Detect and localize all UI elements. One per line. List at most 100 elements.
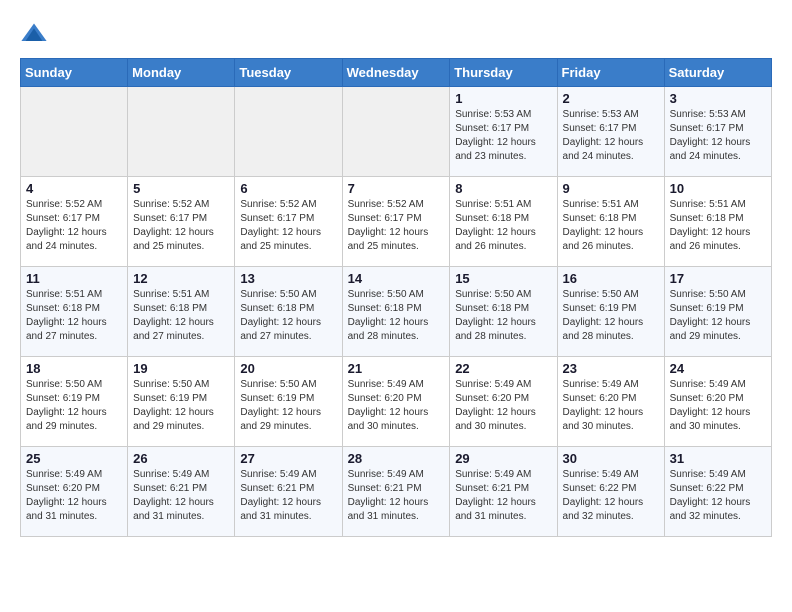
day-number: 18 [26,361,122,376]
calendar-cell: 22 Sunrise: 5:49 AM Sunset: 6:20 PM Dayli… [450,357,557,447]
day-info: Sunrise: 5:49 AM Sunset: 6:20 PM Dayligh… [455,378,551,434]
calendar-cell: 18 Sunrise: 5:50 AM Sunset: 6:19 PM Dayli… [21,357,128,447]
calendar-cell: 27 Sunrise: 5:49 AM Sunset: 6:21 PM Dayli… [235,447,342,537]
calendar-cell: 2Sunrise: 5:53 AM Sunset: 6:17 PM Daylig… [557,87,664,177]
day-info: Sunrise: 5:49 AM Sunset: 6:20 PM Dayligh… [563,378,659,434]
calendar-cell: 25 Sunrise: 5:49 AM Sunset: 6:20 PM Dayli… [21,447,128,537]
weekday-header: Thursday [450,59,557,87]
day-number: 3 [670,91,766,106]
day-info: Sunrise: 5:53 AM Sunset: 6:17 PM Dayligh… [455,108,551,164]
day-info: Sunrise: 5:52 AM Sunset: 6:17 PM Dayligh… [133,198,229,254]
logo-icon [20,20,48,48]
calendar-cell: 15 Sunrise: 5:50 AM Sunset: 6:18 PM Dayli… [450,267,557,357]
day-info: Sunrise: 5:51 AM Sunset: 6:18 PM Dayligh… [26,288,122,344]
calendar-week-row: 25 Sunrise: 5:49 AM Sunset: 6:20 PM Dayli… [21,447,772,537]
calendar-cell: 19Sunrise: 5:50 AM Sunset: 6:19 PM Dayli… [128,357,235,447]
day-info: Sunrise: 5:50 AM Sunset: 6:18 PM Dayligh… [455,288,551,344]
calendar-cell [128,87,235,177]
weekday-header: Monday [128,59,235,87]
calendar-cell: 6 Sunrise: 5:52 AM Sunset: 6:17 PM Daylig… [235,177,342,267]
day-number: 16 [563,271,659,286]
day-number: 11 [26,271,122,286]
day-info: Sunrise: 5:52 AM Sunset: 6:17 PM Dayligh… [240,198,336,254]
day-number: 14 [348,271,445,286]
calendar-cell [342,87,450,177]
calendar-cell: 10 Sunrise: 5:51 AM Sunset: 6:18 PM Dayli… [664,177,771,267]
calendar-cell: 3 Sunrise: 5:53 AM Sunset: 6:17 PM Daylig… [664,87,771,177]
day-info: Sunrise: 5:49 AM Sunset: 6:21 PM Dayligh… [348,468,445,524]
day-number: 12 [133,271,229,286]
logo [20,20,52,48]
calendar-cell: 16 Sunrise: 5:50 AM Sunset: 6:19 PM Dayli… [557,267,664,357]
day-info: Sunrise: 5:52 AM Sunset: 6:17 PM Dayligh… [26,198,122,254]
day-info: Sunrise: 5:51 AM Sunset: 6:18 PM Dayligh… [455,198,551,254]
weekday-header: Tuesday [235,59,342,87]
day-number: 21 [348,361,445,376]
day-number: 20 [240,361,336,376]
calendar-week-row: 1 Sunrise: 5:53 AM Sunset: 6:17 PM Daylig… [21,87,772,177]
day-info: Sunrise: 5:50 AM Sunset: 6:19 PM Dayligh… [670,288,766,344]
day-info: Sunrise: 5:50 AM Sunset: 6:19 PM Dayligh… [26,378,122,434]
day-info: Sunrise: 5:50 AM Sunset: 6:19 PM Dayligh… [563,288,659,344]
calendar-cell: 29Sunrise: 5:49 AM Sunset: 6:21 PM Dayli… [450,447,557,537]
day-number: 26 [133,451,229,466]
day-info: Sunrise: 5:53 AM Sunset: 6:17 PM Dayligh… [670,108,766,164]
weekday-header: Saturday [664,59,771,87]
day-number: 13 [240,271,336,286]
day-number: 31 [670,451,766,466]
day-info: Sunrise: 5:50 AM Sunset: 6:19 PM Dayligh… [133,378,229,434]
day-info: Sunrise: 5:51 AM Sunset: 6:18 PM Dayligh… [133,288,229,344]
day-number: 1 [455,91,551,106]
day-info: Sunrise: 5:49 AM Sunset: 6:21 PM Dayligh… [240,468,336,524]
day-info: Sunrise: 5:49 AM Sunset: 6:22 PM Dayligh… [563,468,659,524]
calendar-cell: 7 Sunrise: 5:52 AM Sunset: 6:17 PM Daylig… [342,177,450,267]
day-number: 24 [670,361,766,376]
calendar-cell: 1 Sunrise: 5:53 AM Sunset: 6:17 PM Daylig… [450,87,557,177]
weekday-header: Wednesday [342,59,450,87]
day-info: Sunrise: 5:51 AM Sunset: 6:18 PM Dayligh… [563,198,659,254]
calendar-cell [235,87,342,177]
calendar-cell: 13 Sunrise: 5:50 AM Sunset: 6:18 PM Dayli… [235,267,342,357]
day-info: Sunrise: 5:52 AM Sunset: 6:17 PM Dayligh… [348,198,445,254]
calendar-cell: 12 Sunrise: 5:51 AM Sunset: 6:18 PM Dayli… [128,267,235,357]
day-number: 29 [455,451,551,466]
day-number: 7 [348,181,445,196]
weekday-header: Friday [557,59,664,87]
day-number: 9 [563,181,659,196]
calendar-cell: 23 Sunrise: 5:49 AM Sunset: 6:20 PM Dayli… [557,357,664,447]
day-info: Sunrise: 5:49 AM Sunset: 6:20 PM Dayligh… [670,378,766,434]
day-info: Sunrise: 5:49 AM Sunset: 6:21 PM Dayligh… [133,468,229,524]
calendar-week-row: 18 Sunrise: 5:50 AM Sunset: 6:19 PM Dayli… [21,357,772,447]
day-number: 10 [670,181,766,196]
day-number: 23 [563,361,659,376]
day-number: 6 [240,181,336,196]
calendar-cell: 26 Sunrise: 5:49 AM Sunset: 6:21 PM Dayli… [128,447,235,537]
calendar-header-row: SundayMondayTuesdayWednesdayThursdayFrid… [21,59,772,87]
day-number: 5 [133,181,229,196]
calendar-cell: 17 Sunrise: 5:50 AM Sunset: 6:19 PM Dayli… [664,267,771,357]
day-info: Sunrise: 5:49 AM Sunset: 6:20 PM Dayligh… [26,468,122,524]
day-info: Sunrise: 5:50 AM Sunset: 6:18 PM Dayligh… [348,288,445,344]
day-number: 27 [240,451,336,466]
day-number: 4 [26,181,122,196]
calendar-cell: 24 Sunrise: 5:49 AM Sunset: 6:20 PM Dayli… [664,357,771,447]
day-number: 25 [26,451,122,466]
calendar-cell: 21 Sunrise: 5:49 AM Sunset: 6:20 PM Dayli… [342,357,450,447]
page-header [20,20,772,48]
calendar-cell: 5 Sunrise: 5:52 AM Sunset: 6:17 PM Daylig… [128,177,235,267]
day-number: 30 [563,451,659,466]
calendar-cell [21,87,128,177]
calendar-cell: 28Sunrise: 5:49 AM Sunset: 6:21 PM Dayli… [342,447,450,537]
calendar-cell: 8 Sunrise: 5:51 AM Sunset: 6:18 PM Daylig… [450,177,557,267]
calendar-cell: 9 Sunrise: 5:51 AM Sunset: 6:18 PM Daylig… [557,177,664,267]
day-number: 2 [563,91,659,106]
day-number: 8 [455,181,551,196]
calendar-week-row: 11 Sunrise: 5:51 AM Sunset: 6:18 PM Dayli… [21,267,772,357]
day-number: 22 [455,361,551,376]
day-info: Sunrise: 5:51 AM Sunset: 6:18 PM Dayligh… [670,198,766,254]
day-info: Sunrise: 5:49 AM Sunset: 6:20 PM Dayligh… [348,378,445,434]
day-number: 17 [670,271,766,286]
day-info: Sunrise: 5:50 AM Sunset: 6:18 PM Dayligh… [240,288,336,344]
day-number: 15 [455,271,551,286]
calendar-cell: 14 Sunrise: 5:50 AM Sunset: 6:18 PM Dayli… [342,267,450,357]
